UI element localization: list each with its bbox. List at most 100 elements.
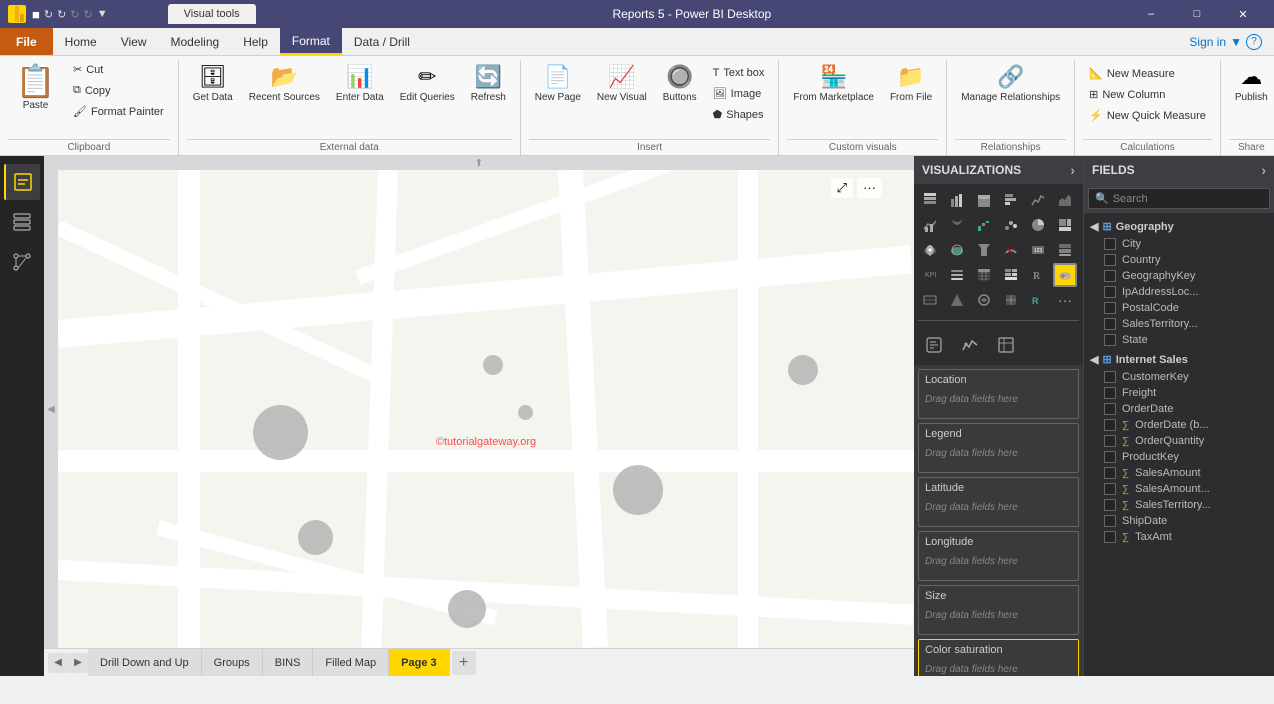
tab-bins[interactable]: BINS bbox=[263, 649, 314, 676]
viz-extra-1[interactable] bbox=[918, 288, 942, 312]
viz-clustered-bar[interactable] bbox=[945, 188, 969, 212]
page-nav-left[interactable]: ◀ bbox=[48, 653, 68, 673]
field-item-freight[interactable]: Freight bbox=[1084, 385, 1274, 401]
paste-button[interactable]: 📋 Paste bbox=[8, 60, 63, 113]
ipaddress-checkbox[interactable] bbox=[1104, 286, 1116, 298]
refresh-button[interactable]: 🔄 Refresh bbox=[465, 60, 512, 108]
data-drill-menu[interactable]: Data / Drill bbox=[342, 28, 422, 55]
field-item-ipaddress[interactable]: IpAddressLoc... bbox=[1084, 284, 1274, 300]
page-nav-right[interactable]: ▶ bbox=[68, 653, 88, 673]
viz-r-script-2[interactable]: R bbox=[1026, 288, 1050, 312]
from-file-button[interactable]: 📁 From File bbox=[884, 60, 938, 108]
tab-page3[interactable]: Page 3 bbox=[389, 649, 449, 676]
postalcode-checkbox[interactable] bbox=[1104, 302, 1116, 314]
viz-multi-row-card[interactable] bbox=[1053, 238, 1077, 262]
salesterritory2-checkbox[interactable] bbox=[1104, 499, 1116, 511]
field-item-country[interactable]: Country bbox=[1084, 252, 1274, 268]
field-item-state[interactable]: State bbox=[1084, 332, 1274, 348]
modeling-menu[interactable]: Modeling bbox=[158, 28, 231, 55]
viz-pie[interactable] bbox=[1026, 213, 1050, 237]
field-item-taxamt[interactable]: ∑ TaxAmt bbox=[1084, 529, 1274, 545]
viz-format-button[interactable] bbox=[918, 329, 950, 361]
field-item-customerkey[interactable]: CustomerKey bbox=[1084, 369, 1274, 385]
viz-funnel[interactable] bbox=[972, 238, 996, 262]
tab-drill-down[interactable]: Drill Down and Up bbox=[88, 649, 202, 676]
field-item-salesterritory1[interactable]: SalesTerritory... bbox=[1084, 316, 1274, 332]
viz-kpi[interactable]: KPI bbox=[918, 263, 942, 287]
viz-gauge[interactable] bbox=[999, 238, 1023, 262]
viz-area[interactable] bbox=[1053, 188, 1077, 212]
recent-sources-button[interactable]: 📂 Recent Sources bbox=[243, 60, 326, 108]
fields-search-box[interactable]: 🔍 Search bbox=[1088, 188, 1270, 209]
copy-button[interactable]: ⧉ Copy bbox=[67, 81, 170, 100]
salesterritory1-checkbox[interactable] bbox=[1104, 318, 1116, 330]
new-quick-measure-button[interactable]: ⚡ New Quick Measure bbox=[1083, 106, 1212, 125]
field-item-orderquantity[interactable]: ∑ OrderQuantity bbox=[1084, 433, 1274, 449]
viz-fields-button[interactable] bbox=[990, 329, 1022, 361]
viz-analytics-button[interactable] bbox=[954, 329, 986, 361]
new-page-button[interactable]: 📄 New Page bbox=[529, 60, 587, 108]
country-checkbox[interactable] bbox=[1104, 254, 1116, 266]
viz-ribbon[interactable] bbox=[945, 213, 969, 237]
field-item-city[interactable]: City bbox=[1084, 236, 1274, 252]
viz-table[interactable] bbox=[972, 263, 996, 287]
format-menu[interactable]: Format bbox=[280, 28, 342, 55]
sidebar-item-report[interactable] bbox=[4, 164, 40, 200]
help-menu[interactable]: Help bbox=[231, 28, 280, 55]
minimize-button[interactable]: – bbox=[1128, 0, 1174, 28]
field-item-salesamount[interactable]: ∑ SalesAmount bbox=[1084, 465, 1274, 481]
viz-stacked-bar[interactable] bbox=[918, 188, 942, 212]
customerkey-checkbox[interactable] bbox=[1104, 371, 1116, 383]
viz-card[interactable]: 123 bbox=[1026, 238, 1050, 262]
field-item-shipdate[interactable]: ShipDate bbox=[1084, 513, 1274, 529]
field-item-orderdate-b[interactable]: ∑ OrderDate (b... bbox=[1084, 417, 1274, 433]
format-painter-button[interactable]: 🖌 Format Painter bbox=[67, 102, 170, 121]
shipdate-checkbox[interactable] bbox=[1104, 515, 1116, 527]
from-marketplace-button[interactable]: 🏪 From Marketplace bbox=[787, 60, 880, 108]
viz-horiz-bar[interactable] bbox=[999, 188, 1023, 212]
viz-extra-3[interactable] bbox=[972, 288, 996, 312]
viz-filled-map[interactable] bbox=[945, 238, 969, 262]
viz-extra-4[interactable] bbox=[999, 288, 1023, 312]
orderquantity-checkbox[interactable] bbox=[1104, 435, 1116, 447]
viz-slicer[interactable] bbox=[945, 263, 969, 287]
edit-queries-button[interactable]: ✏ Edit Queries bbox=[394, 60, 461, 108]
field-item-productkey[interactable]: ProductKey bbox=[1084, 449, 1274, 465]
new-column-button[interactable]: ⊞ New Column bbox=[1083, 85, 1212, 104]
geographykey-checkbox[interactable] bbox=[1104, 270, 1116, 282]
map-resize-button[interactable]: ⤢ bbox=[831, 178, 853, 198]
productkey-checkbox[interactable] bbox=[1104, 451, 1116, 463]
viz-scatter[interactable] bbox=[999, 213, 1023, 237]
buttons-button[interactable]: 🔘 Buttons bbox=[657, 60, 703, 108]
map-more-button[interactable]: ··· bbox=[857, 178, 882, 198]
add-page-button[interactable]: + bbox=[452, 651, 476, 675]
taxamt-checkbox[interactable] bbox=[1104, 531, 1116, 543]
field-group-geography-header[interactable]: ◀ ⊞ Geography bbox=[1084, 217, 1274, 236]
fields-panel-chevron[interactable]: › bbox=[1261, 162, 1266, 178]
sign-in-button[interactable]: Sign in ▼ ? bbox=[1177, 30, 1274, 54]
field-item-postalcode[interactable]: PostalCode bbox=[1084, 300, 1274, 316]
cut-button[interactable]: ✂ Cut bbox=[67, 60, 170, 79]
tab-filled-map[interactable]: Filled Map bbox=[313, 649, 389, 676]
viz-extra-2[interactable] bbox=[945, 288, 969, 312]
city-checkbox[interactable] bbox=[1104, 238, 1116, 250]
manage-relationships-button[interactable]: 🔗 Manage Relationships bbox=[955, 60, 1066, 108]
orderdate-checkbox[interactable] bbox=[1104, 403, 1116, 415]
visual-tools-tab[interactable]: Visual tools bbox=[168, 4, 256, 24]
sidebar-item-data[interactable] bbox=[4, 204, 40, 240]
viz-map[interactable] bbox=[918, 238, 942, 262]
freight-checkbox[interactable] bbox=[1104, 387, 1116, 399]
viz-line-clustered[interactable] bbox=[918, 213, 942, 237]
sidebar-item-model[interactable] bbox=[4, 244, 40, 280]
viz-matrix[interactable] bbox=[999, 263, 1023, 287]
viz-r-script[interactable]: R bbox=[1026, 263, 1050, 287]
viz-bubble-map[interactable] bbox=[1053, 263, 1077, 287]
new-measure-button[interactable]: 📐 New Measure bbox=[1083, 64, 1212, 83]
viz-panel-chevron[interactable]: › bbox=[1070, 162, 1075, 178]
field-item-orderdate[interactable]: OrderDate bbox=[1084, 401, 1274, 417]
help-icon[interactable]: ? bbox=[1246, 34, 1262, 50]
field-item-geographykey[interactable]: GeographyKey bbox=[1084, 268, 1274, 284]
field-item-salesterritory2[interactable]: ∑ SalesTerritory... bbox=[1084, 497, 1274, 513]
viz-100pct-bar[interactable] bbox=[972, 188, 996, 212]
publish-button[interactable]: ☁ Publish bbox=[1229, 60, 1274, 108]
